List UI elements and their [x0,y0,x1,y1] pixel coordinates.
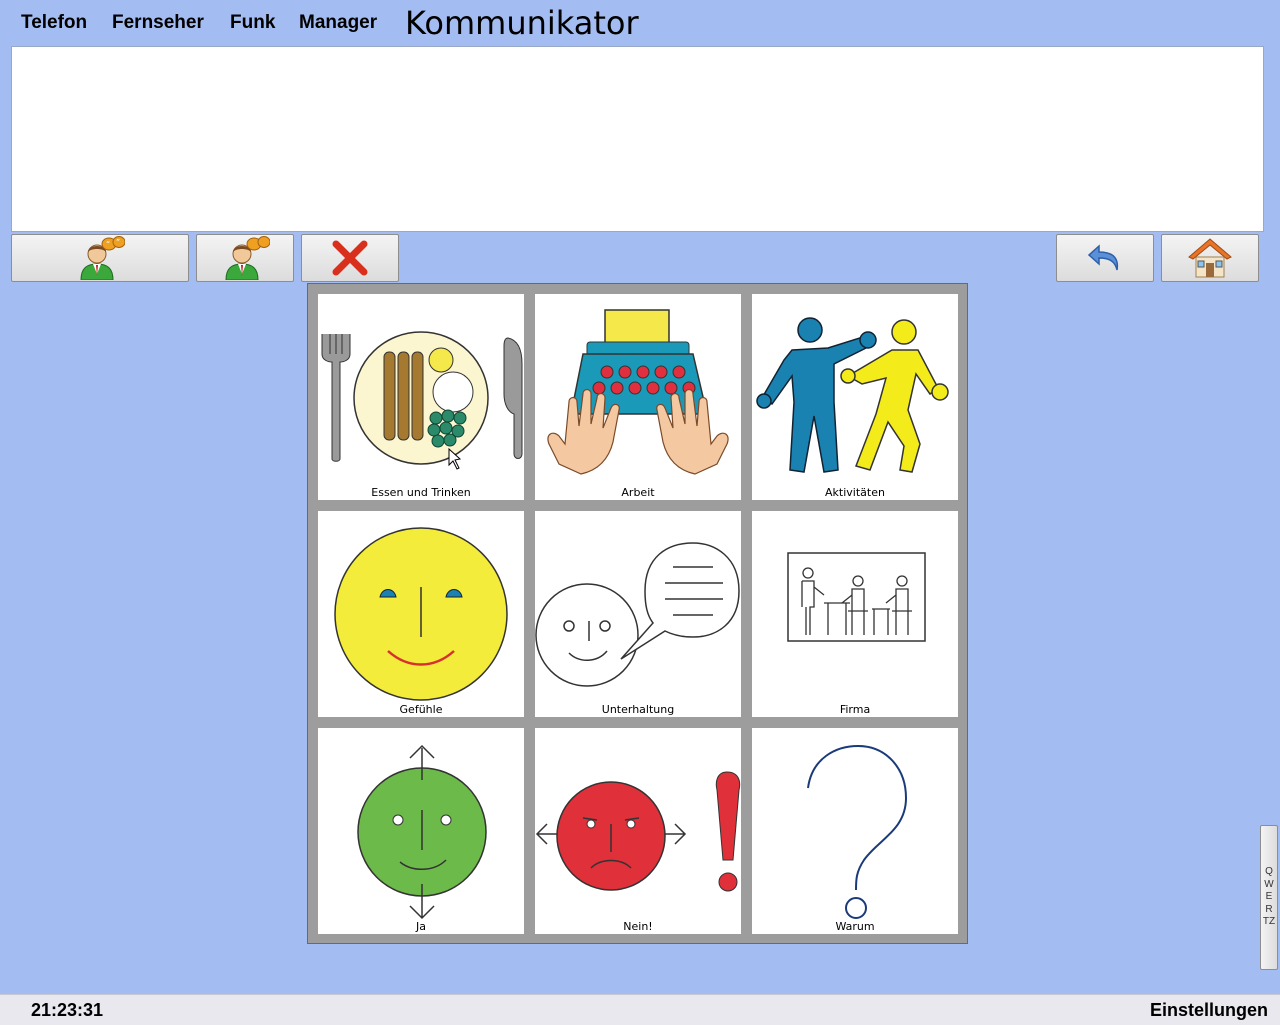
nodding-face-icon [357,744,487,920]
symbol-label: Warum [835,920,875,933]
red-x-icon [332,240,368,276]
symbol-essen-und-trinken[interactable]: Essen und Trinken [318,294,524,500]
home-icon [1188,238,1232,278]
keyboard-letter: W [1264,878,1274,890]
keyboard-letter: E [1265,891,1273,902]
speaking-person-icon: “ ” [80,236,125,280]
app-title: Kommunikator [405,4,639,42]
symbol-label: Ja [416,920,426,933]
clear-button[interactable] [301,234,399,282]
keyboard-letter: Z [1269,916,1276,927]
symbol-gefuehle[interactable]: Gefühle [318,511,524,717]
keyboard-letter: R [1265,903,1273,915]
keyboard-letter: Q [1265,866,1273,877]
talking-face-icon [535,542,740,687]
symbol-label: Nein! [623,920,653,933]
symbol-grid: Essen und Trinken Arbeit Aktivitäten Gef… [307,283,968,944]
symbol-label: Essen und Trinken [371,486,471,499]
meal-plate-icon [321,331,523,470]
symbol-warum[interactable]: Warum [752,728,958,934]
symbol-label: Arbeit [621,486,655,499]
menu-fernseher[interactable]: Fernseher [112,12,204,34]
symbol-unterhaltung[interactable]: Unterhaltung [535,511,741,717]
question-mark-icon [807,744,908,919]
symbol-aktivitaeten[interactable]: Aktivitäten [752,294,958,500]
office-icon [787,552,926,642]
symbol-ja[interactable]: Ja [318,728,524,934]
message-area[interactable] [11,46,1264,232]
menu-telefon[interactable]: Telefon [21,12,87,34]
symbol-label: Firma [839,703,871,716]
happy-face-icon [334,527,508,701]
symbol-firma[interactable]: Firma [752,511,958,717]
symbol-arbeit[interactable]: Arbeit [535,294,741,500]
menu-manager[interactable]: Manager [299,12,377,34]
menu-bar: Telefon Fernseher Funk Manager Kommunika… [0,0,1280,46]
clock: 21:23:31 [31,1000,104,1020]
symbol-label: Gefühle [399,703,443,716]
undo-arrow-icon [1087,244,1119,271]
home-button[interactable] [1161,234,1259,282]
speaking-person-icon [225,236,270,280]
speak-word-button[interactable] [196,234,294,282]
menu-funk[interactable]: Funk [230,12,275,34]
keyboard-toggle-tab[interactable]: Q W E R TZ [1260,825,1278,970]
status-bar: 21:23:31 Einstellungen [0,994,1280,1025]
back-button[interactable] [1056,234,1154,282]
svg-text:“: “ [106,240,110,249]
settings-button[interactable]: Einstellungen [1150,1000,1268,1021]
shaking-face-icon [535,771,741,892]
speak-all-button[interactable]: “ ” [11,234,189,282]
symbol-label: Unterhaltung [601,703,675,716]
people-activity-icon [756,317,949,473]
svg-text:”: ” [116,238,120,247]
symbol-nein[interactable]: Nein! [535,728,741,934]
typewriter-icon [547,309,729,475]
symbol-label: Aktivitäten [825,486,885,499]
